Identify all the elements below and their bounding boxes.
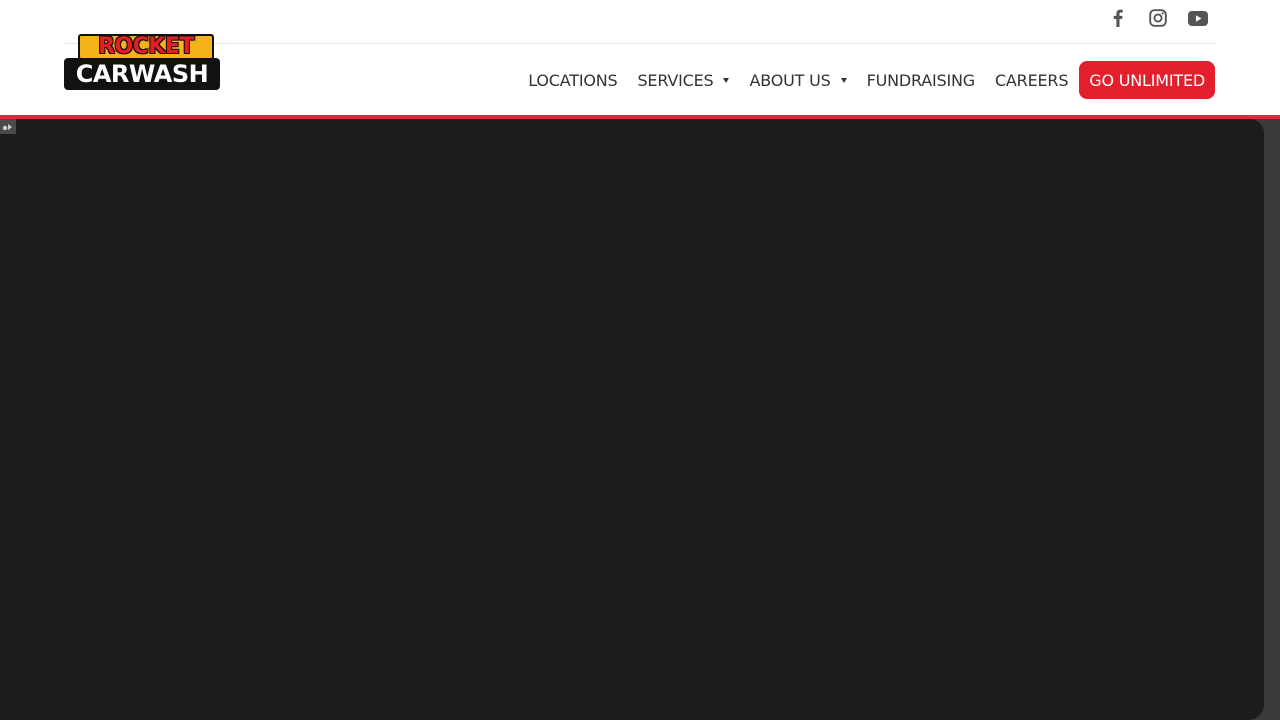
nav-label: FUNDRAISING bbox=[866, 70, 976, 90]
nav-label: CAREERS bbox=[994, 70, 1069, 90]
nav-careers[interactable]: CAREERS bbox=[994, 70, 1069, 90]
logo-line-2: CARWASH bbox=[75, 60, 209, 88]
nav-locations[interactable]: LOCATIONS bbox=[528, 71, 617, 90]
main-nav: LOCATIONS SERVICES ABOUT US FUNDRAISING … bbox=[528, 61, 1215, 99]
nav-label: SERVICES bbox=[637, 70, 714, 90]
hero-video[interactable] bbox=[0, 119, 1264, 720]
youtube-link[interactable] bbox=[1188, 8, 1208, 28]
top-bar bbox=[64, 0, 1216, 44]
caret-down-icon bbox=[840, 78, 847, 83]
rocket-carwash-logo[interactable]: ROCKET CARWASH bbox=[64, 34, 220, 90]
nav-label: LOCATIONS bbox=[528, 70, 618, 90]
nav-services[interactable]: SERVICES bbox=[637, 70, 730, 90]
video-badge-icon bbox=[0, 119, 16, 134]
logo-top-banner: ROCKET bbox=[78, 34, 214, 60]
instagram-link[interactable] bbox=[1148, 8, 1168, 28]
nav-label: ABOUT US bbox=[749, 70, 831, 90]
nav-about-us[interactable]: ABOUT US bbox=[749, 70, 847, 90]
hero-section bbox=[0, 119, 1280, 720]
instagram-icon bbox=[1149, 9, 1167, 27]
facebook-link[interactable] bbox=[1108, 8, 1128, 28]
youtube-icon bbox=[1188, 10, 1208, 26]
site-header: ROCKET CARWASH LOCATIONS SERVICES ABOUT … bbox=[0, 0, 1280, 115]
logo-bottom-banner: CARWASH bbox=[64, 58, 220, 90]
page: ROCKET CARWASH LOCATIONS SERVICES ABOUT … bbox=[0, 0, 1280, 720]
caret-down-icon bbox=[723, 78, 730, 83]
facebook-icon bbox=[1113, 9, 1123, 27]
logo-line-1: ROCKET bbox=[98, 34, 194, 59]
nav-fundraising[interactable]: FUNDRAISING bbox=[866, 70, 976, 90]
go-unlimited-button[interactable]: GO UNLIMITED bbox=[1079, 61, 1215, 99]
social-links bbox=[1088, 8, 1208, 28]
